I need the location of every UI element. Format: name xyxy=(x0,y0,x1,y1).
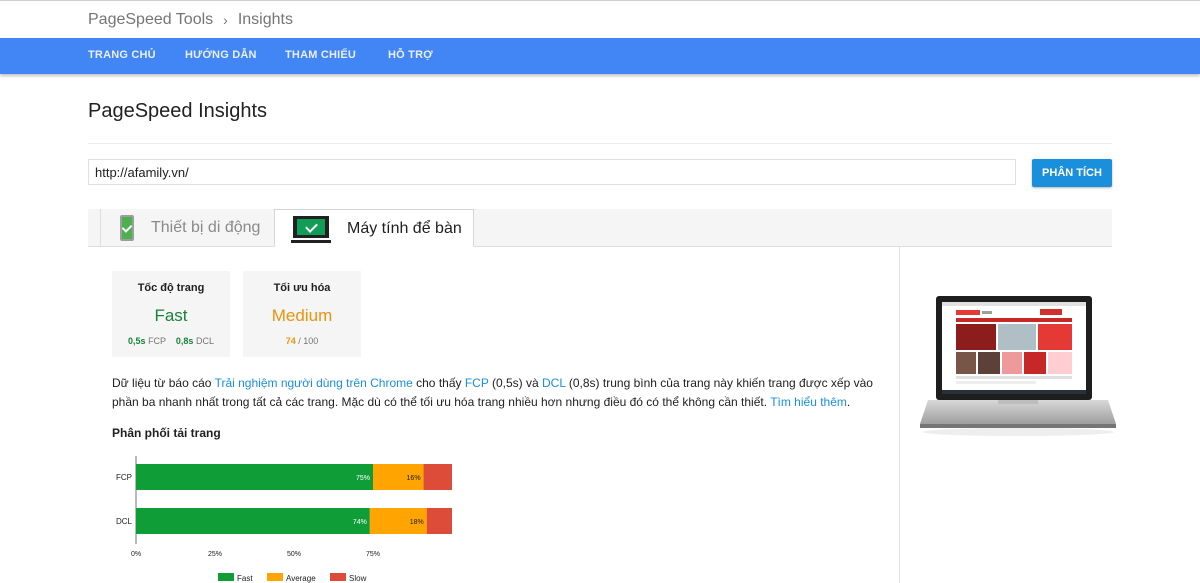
nav-item-guides[interactable]: HƯỚNG DẪN xyxy=(185,49,257,61)
chart-x-tick-label: 25% xyxy=(208,551,222,558)
chart-legend-swatch xyxy=(218,573,234,581)
breadcrumb-current: Insights xyxy=(237,11,293,28)
chart-x-tick-label: 50% xyxy=(287,551,301,558)
fcp-value: 0,5s xyxy=(128,336,146,346)
nav-item-reference[interactable]: THAM CHIẾU xyxy=(285,49,356,61)
analyze-button[interactable]: PHÂN TÍCH xyxy=(1032,159,1112,187)
page-speed-metrics: 0,5s FCP 0,8s DCL xyxy=(112,336,230,346)
tab-desktop[interactable]: Máy tính để bàn xyxy=(274,209,474,247)
chart-data-label: 75% xyxy=(356,475,370,482)
chart-legend-label: Slow xyxy=(349,574,367,583)
nav-item-support[interactable]: HỖ TRỢ xyxy=(388,49,433,61)
chart-bar-slow xyxy=(423,464,452,490)
page-speed-card: Tốc độ trang Fast 0,5s FCP 0,8s DCL xyxy=(112,271,230,357)
summary-text-part: cho thấy xyxy=(412,376,465,390)
tab-mobile-label: Thiết bị di động xyxy=(151,219,261,236)
fcp-link[interactable]: FCP xyxy=(465,376,489,390)
divider xyxy=(88,143,1112,144)
optimization-score: 74 / 100 xyxy=(243,336,361,346)
fcp-label: FCP xyxy=(148,336,166,346)
chevron-right-icon: › xyxy=(223,12,228,28)
dcl-value: 0,8s xyxy=(175,336,194,346)
learn-more-link[interactable]: Tìm hiểu thêm xyxy=(770,395,847,409)
dcl-label: DCL xyxy=(195,336,214,346)
tab-desktop-label: Máy tính để bàn xyxy=(347,220,462,237)
page-title: PageSpeed Insights xyxy=(88,100,268,122)
dcl-link[interactable]: DCL xyxy=(542,376,566,390)
chart-bar-slow xyxy=(426,508,452,534)
chart-data-label: 18% xyxy=(410,519,424,526)
chart-legend-label: Fast xyxy=(237,574,253,583)
optimization-score-max: / 100 xyxy=(298,336,319,346)
tab-mobile[interactable]: Thiết bị di động xyxy=(100,209,274,247)
optimization-title: Tối ưu hóa xyxy=(273,282,331,294)
chart-legend-swatch xyxy=(330,573,346,581)
chart-legend-label: Average xyxy=(286,574,316,583)
chart-category-label: FCP xyxy=(116,473,132,482)
page-speed-title: Tốc độ trang xyxy=(137,282,205,294)
main-nav: TRANG CHỦ HƯỚNG DẪN THAM CHIẾU HỖ TRỢ xyxy=(0,38,1200,74)
summary-text: Dữ liệu từ báo cáo Trải nghiệm người dùn… xyxy=(112,374,882,412)
optimization-card: Tối ưu hóa Medium 74 / 100 xyxy=(243,271,361,357)
chart-x-tick-label: 0% xyxy=(131,551,141,558)
optimization-score-value: 74 xyxy=(285,336,296,346)
chart-bar-fast xyxy=(136,508,370,534)
url-input[interactable] xyxy=(88,159,1016,185)
summary-text-part: . xyxy=(846,395,851,409)
summary-text-part: (0,5s) và xyxy=(488,376,542,390)
divider-vertical xyxy=(899,247,900,583)
breadcrumb: PageSpeed Tools › Insights xyxy=(88,11,293,29)
optimization-value: Medium xyxy=(271,306,333,325)
chart-data-label: 16% xyxy=(407,475,421,482)
nav-item-home[interactable]: TRANG CHỦ xyxy=(88,49,156,61)
summary-text-part: Dữ liệu từ báo cáo xyxy=(112,376,215,390)
distribution-title: Phân phối tải trang xyxy=(112,426,221,440)
page-speed-value: Fast xyxy=(154,306,188,325)
desktop-screenshot-preview xyxy=(920,296,1116,436)
chart-data-label: 74% xyxy=(353,519,367,526)
crux-link[interactable]: Trải nghiệm người dùng trên Chrome xyxy=(215,376,413,390)
top-bar: PageSpeed Tools › Insights xyxy=(0,0,1200,38)
chart-legend-swatch xyxy=(267,573,283,581)
chart-x-tick-label: 75% xyxy=(366,551,380,558)
desktop-monitor-icon xyxy=(291,216,331,243)
chart-category-label: DCL xyxy=(116,517,133,526)
chart-bar-fast xyxy=(136,464,373,490)
breadcrumb-parent[interactable]: PageSpeed Tools xyxy=(88,11,213,29)
load-distribution-chart: FCP 75% 16% DCL 74% 18% 0% 25% 50% 75% Fast Average… xyxy=(116,456,452,583)
mobile-phone-icon xyxy=(120,215,134,241)
